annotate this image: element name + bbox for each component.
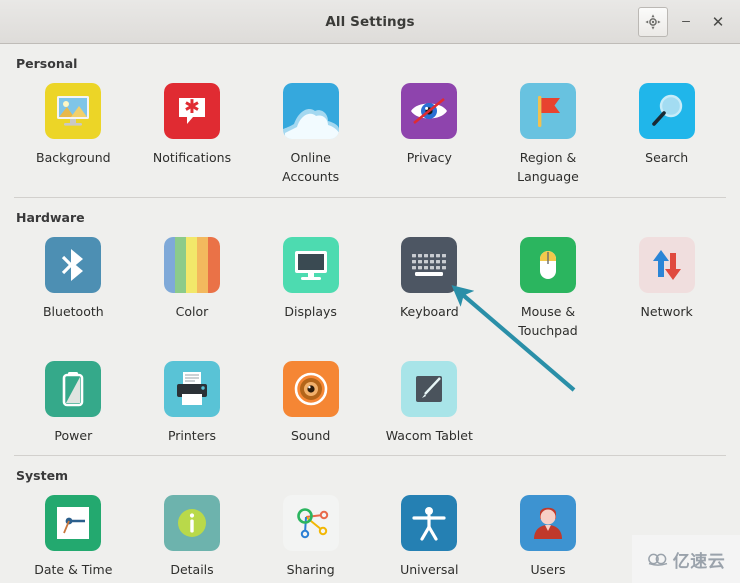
section-heading-hardware: Hardware xyxy=(16,209,85,225)
tile-label: Color xyxy=(175,303,209,319)
universal-access-icon xyxy=(401,494,458,551)
settings-tile-network[interactable]: Network xyxy=(607,231,726,351)
tile-label: Search xyxy=(645,150,689,165)
tile-label: Mouse & Touchpad xyxy=(518,303,578,339)
settings-tile-details[interactable]: Details xyxy=(133,489,252,583)
keyboard-icon xyxy=(401,236,458,293)
tile-label: Date & Time xyxy=(34,561,113,577)
settings-tile-power[interactable]: Power xyxy=(14,355,133,455)
tile-label: Wacom Tablet xyxy=(385,427,473,443)
users-icon xyxy=(519,494,576,551)
settings-tile-users[interactable]: Users xyxy=(489,489,608,583)
minimize-button[interactable]: – xyxy=(672,7,700,37)
settings-tile-wacom-tablet[interactable]: Wacom Tablet xyxy=(370,355,489,455)
location-target-icon xyxy=(645,14,661,30)
details-icon xyxy=(163,494,220,551)
tile-label: Network xyxy=(640,303,693,319)
tile-label: Sound xyxy=(290,427,331,443)
window-titlebar: All Settings – ✕ xyxy=(0,0,740,44)
tile-grid-system: Date & Time Details Sharing Universal Us… xyxy=(14,489,726,583)
tile-label: Online Accounts xyxy=(282,150,340,185)
settings-tile-search[interactable]: Search xyxy=(607,77,726,197)
page-title: All Settings xyxy=(325,13,415,30)
watermark: 亿速云 xyxy=(632,535,740,583)
settings-panel-content: Personal Background ✱ Notifications Onli… xyxy=(0,44,740,583)
settings-tile-region-language[interactable]: Region & Language xyxy=(489,77,608,197)
settings-tile-online-accounts[interactable]: Online Accounts xyxy=(251,77,370,197)
tile-label: Region & Language xyxy=(517,150,579,185)
tile-label: Privacy xyxy=(406,150,452,165)
tile-label: Bluetooth xyxy=(42,303,104,319)
settings-tile-notifications[interactable]: ✱ Notifications xyxy=(133,77,252,197)
tile-label: Details xyxy=(170,561,214,577)
settings-tile-displays[interactable]: Displays xyxy=(251,231,370,351)
region-language-icon xyxy=(519,83,576,139)
tile-label: Power xyxy=(54,427,93,443)
search-icon xyxy=(638,83,695,139)
bluetooth-icon xyxy=(45,236,102,293)
settings-tile-mouse-touchpad[interactable]: Mouse & Touchpad xyxy=(489,231,608,351)
section-hardware: Hardware Bluetooth Color Displays Keyboa… xyxy=(14,196,726,455)
tile-grid-personal: Background ✱ Notifications Online Accoun… xyxy=(14,77,726,197)
sharing-icon xyxy=(282,494,339,551)
tile-grid-hardware: Bluetooth Color Displays Keyboard Mouse … xyxy=(14,231,726,455)
network-icon xyxy=(638,236,695,293)
settings-tile-sound[interactable]: Sound xyxy=(251,355,370,455)
settings-tile-privacy[interactable]: Privacy xyxy=(370,77,489,197)
close-button[interactable]: ✕ xyxy=(704,7,732,37)
printers-icon xyxy=(163,360,220,417)
tile-label: Universal Access xyxy=(400,561,459,583)
power-icon xyxy=(45,360,102,417)
displays-icon xyxy=(282,236,339,293)
date-time-icon xyxy=(45,494,102,551)
section-heading-personal: Personal xyxy=(16,56,78,71)
sound-icon xyxy=(282,360,339,417)
watermark-text: 亿速云 xyxy=(672,551,726,572)
notifications-icon: ✱ xyxy=(163,83,220,139)
tile-label: Sharing xyxy=(286,561,335,577)
settings-tile-printers[interactable]: Printers xyxy=(133,355,252,455)
tile-label: Printers xyxy=(167,427,217,443)
settings-tile-bluetooth[interactable]: Bluetooth xyxy=(14,231,133,351)
tile-label: Background xyxy=(36,150,111,165)
mouse-touchpad-icon xyxy=(519,236,576,293)
settings-tile-sharing[interactable]: Sharing xyxy=(251,489,370,583)
section-heading-system: System xyxy=(16,467,69,483)
settings-tile-universal-access[interactable]: Universal Access xyxy=(370,489,489,583)
location-target-button[interactable] xyxy=(638,7,668,37)
background-icon xyxy=(45,83,102,139)
svg-text:✱: ✱ xyxy=(184,96,200,118)
privacy-icon xyxy=(401,83,458,139)
tile-label: Keyboard xyxy=(399,303,459,319)
tile-label: Displays xyxy=(284,303,337,319)
online-accounts-icon xyxy=(282,83,339,139)
tile-label: Users xyxy=(530,561,566,577)
settings-tile-color[interactable]: Color xyxy=(133,231,252,351)
section-system: System Date & Time Details Sharing Unive… xyxy=(14,454,726,583)
settings-tile-background[interactable]: Background xyxy=(14,77,133,197)
wacom-tablet-icon xyxy=(401,360,458,417)
settings-tile-date-time[interactable]: Date & Time xyxy=(14,489,133,583)
color-icon xyxy=(163,236,220,293)
section-personal: Personal Background ✱ Notifications Onli… xyxy=(14,44,726,197)
titlebar-button-group: – ✕ xyxy=(638,0,732,44)
cloud-icon xyxy=(647,553,667,566)
settings-tile-keyboard[interactable]: Keyboard xyxy=(370,231,489,351)
tile-label: Notifications xyxy=(152,150,232,165)
